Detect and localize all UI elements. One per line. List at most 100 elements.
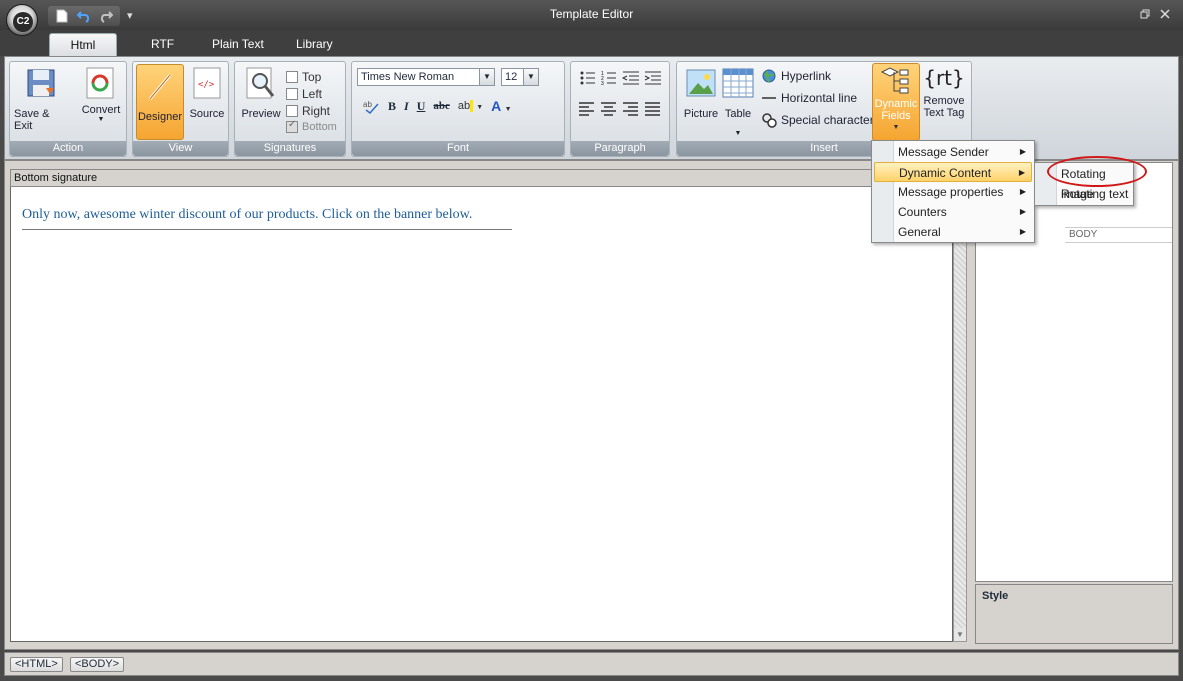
restore-icon[interactable] (1140, 8, 1150, 22)
checkbox-box (286, 71, 298, 83)
picture-label: Picture (683, 108, 719, 120)
app-logo: C2 (13, 12, 33, 32)
chevron-down-icon[interactable]: ▼ (479, 69, 494, 85)
align-right-icon[interactable] (623, 102, 638, 116)
font-size-select[interactable]: 12 ▼ (501, 68, 539, 86)
picture-button[interactable]: Picture (681, 66, 721, 120)
table-button[interactable]: Table ▼ (721, 66, 755, 137)
bullet-list-icon[interactable] (580, 71, 596, 85)
designer-label: Designer (137, 111, 183, 123)
left-checkbox[interactable]: Left (286, 87, 322, 101)
editor-text[interactable]: Only now, awesome winter discount of our… (22, 207, 512, 230)
submenu-arrow-icon: ▶ (1019, 147, 1026, 156)
menu-item-label: Dynamic Content (899, 166, 992, 180)
dom-tree-body-node[interactable]: BODY (1065, 227, 1172, 243)
group-label-action: Action (10, 141, 126, 156)
align-center-icon[interactable] (601, 102, 616, 116)
horizontal-line-icon (762, 97, 776, 99)
group-label-paragraph: Paragraph (571, 141, 669, 156)
editor-canvas[interactable]: Only now, awesome winter discount of our… (10, 187, 953, 642)
hyperlink-label: Hyperlink (781, 69, 832, 83)
menu-item-counters[interactable]: Counters ▶ (874, 202, 1032, 222)
justify-icon[interactable] (645, 102, 660, 116)
top-checkbox[interactable]: Top (286, 70, 321, 84)
font-family-select[interactable]: Times New Roman ▼ (357, 68, 495, 86)
font-format-toolbar: ab B I U abc ab ▼ A ▼ (362, 98, 512, 114)
title-bar: C2 ▾ Template Editor (0, 0, 1183, 36)
numbered-list-icon[interactable]: 123 (601, 71, 616, 86)
dynamic-fields-dropdown-icon: ▼ (892, 124, 900, 131)
underline-button[interactable]: U (417, 99, 426, 114)
ribbon-tabs: Html RTF Plain Text Library (0, 30, 1183, 56)
right-label: Right (302, 104, 331, 118)
highlight-icon[interactable]: ab ▼ (458, 100, 483, 112)
horizontal-line-label: Horizontal line (781, 91, 858, 105)
bold-button[interactable]: B (388, 99, 396, 114)
spellcheck-icon[interactable]: ab (362, 98, 380, 114)
style-panel-title: Style (982, 590, 1009, 602)
italic-button[interactable]: I (404, 99, 409, 114)
menu-item-general[interactable]: General ▶ (874, 222, 1032, 242)
left-label: Left (302, 87, 323, 101)
checkbox-box (286, 88, 298, 100)
remove-label-1: Remove (923, 95, 965, 107)
right-checkbox[interactable]: Right (286, 104, 330, 118)
special-character-label: Special character (781, 113, 874, 127)
convert-dropdown-icon: ▼ (97, 116, 105, 123)
chevron-down-icon[interactable]: ▼ (523, 69, 538, 85)
tab-library[interactable]: Library (278, 33, 351, 56)
scroll-down-icon[interactable]: ▼ (954, 628, 966, 641)
designer-button[interactable]: Designer (136, 64, 184, 140)
breadcrumb-html[interactable]: <HTML> (10, 657, 63, 672)
special-character-button[interactable]: Special character (761, 112, 874, 128)
submenu-arrow-icon: ▶ (1019, 187, 1026, 196)
preview-button[interactable]: Preview (238, 66, 284, 120)
window-title: Template Editor (549, 7, 634, 21)
group-action: Save & Exit Convert ▼ Action (9, 61, 127, 157)
convert-button[interactable]: Convert ▼ (80, 66, 122, 123)
menu-item-label: General (898, 225, 941, 239)
menu-item-message-sender[interactable]: Message Sender ▶ (874, 142, 1032, 162)
group-view: Designer </> Source View (132, 61, 229, 157)
convert-label: Convert (81, 104, 121, 116)
application-button[interactable]: C2 (6, 4, 38, 36)
hyperlink-button[interactable]: Hyperlink (761, 68, 831, 84)
vertical-scrollbar[interactable]: ▼ (953, 187, 967, 642)
remove-text-tag-button[interactable]: {rt} Remove Text Tag (921, 65, 967, 119)
insert-more-icon[interactable]: ▼ (735, 130, 742, 137)
convert-icon (86, 67, 114, 99)
svg-text:</>: </> (198, 80, 215, 90)
menu-item-label: Message Sender (898, 145, 989, 159)
bottom-label: Bottom (302, 121, 337, 133)
source-button[interactable]: </> Source (187, 66, 227, 120)
group-font: Times New Roman ▼ 12 ▼ ab B I U abc ab ▼… (351, 61, 565, 157)
preview-label: Preview (241, 108, 281, 120)
checkbox-box (286, 105, 298, 117)
menu-item-rotating-text[interactable]: Rotating text (1037, 184, 1131, 204)
top-label: Top (302, 70, 322, 84)
strikethrough-button[interactable]: abc (433, 100, 450, 112)
increase-indent-icon[interactable] (644, 71, 661, 85)
dynamic-fields-button[interactable]: Dynamic Fields ▼ (872, 63, 920, 141)
font-color-button[interactable]: A ▼ (491, 98, 511, 114)
dynamic-fields-label-2: Fields (881, 110, 911, 122)
save-exit-button[interactable]: Save & Exit (14, 66, 70, 132)
tab-html[interactable]: Html (49, 33, 117, 56)
svg-text:3: 3 (601, 81, 604, 86)
close-icon[interactable] (1160, 8, 1170, 22)
bottom-checkbox[interactable]: Bottom (286, 119, 337, 133)
tag-breadcrumb-bar: <HTML> <BODY> (4, 652, 1179, 676)
horizontal-line-button[interactable]: Horizontal line (761, 90, 857, 106)
tab-plain-text[interactable]: Plain Text (194, 33, 282, 56)
group-label-font: Font (352, 141, 564, 156)
menu-item-dynamic-content[interactable]: Dynamic Content ▶ (874, 162, 1032, 182)
table-label: Table (724, 108, 752, 120)
magnifier-icon (246, 67, 275, 99)
group-label-signatures: Signatures (235, 141, 345, 156)
breadcrumb-body[interactable]: <BODY> (70, 657, 125, 672)
decrease-indent-icon[interactable] (621, 71, 639, 85)
dynamic-fields-icon (880, 67, 909, 94)
tab-rtf[interactable]: RTF (133, 33, 192, 56)
menu-item-message-properties[interactable]: Message properties ▶ (874, 182, 1032, 202)
align-left-icon[interactable] (579, 102, 594, 116)
